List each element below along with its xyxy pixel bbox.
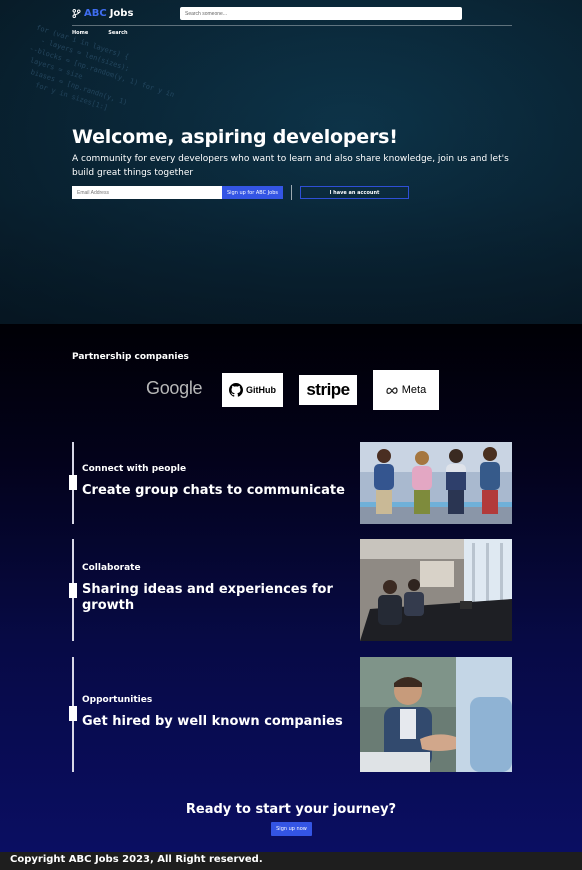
navbar-divider (72, 25, 512, 26)
signup-now-button[interactable]: Sign up now (271, 822, 312, 836)
feature-headline: Create group chats to communicate (82, 483, 345, 498)
github-icon (229, 383, 243, 397)
hero-section: for (var i in layers) { - layers = len(s… (0, 0, 582, 324)
stripe-logo: stripe (299, 375, 357, 405)
cta-title: Ready to start your journey? (185, 802, 397, 817)
email-field[interactable] (72, 186, 222, 199)
brand-suffix: Jobs (109, 8, 134, 19)
feature-opportunities: Opportunities Get hired by well known co… (69, 657, 512, 772)
meta-label: Meta (401, 384, 427, 396)
partner-logos: Google GitHub stripe Meta (0, 370, 582, 412)
feature-headline: Get hired by well known companies (82, 714, 343, 729)
feature-kicker: Connect with people (82, 464, 187, 474)
google-logo: Google (146, 378, 203, 398)
feature-headline: Sharing ideas and experiences for growth (82, 582, 333, 613)
people-on-phones-image (360, 442, 512, 524)
branch-icon (72, 9, 81, 18)
feature-marker (69, 583, 77, 598)
login-button[interactable]: I have an account (300, 186, 409, 199)
feature-connect: Connect with people Create group chats t… (69, 442, 512, 524)
brand-prefix: ABC (84, 8, 107, 19)
signup-divider (291, 185, 292, 200)
signup-button[interactable]: Sign up for ABC Jobs (222, 186, 283, 199)
footer: Copyright ABC Jobs 2023, All Right reser… (0, 852, 582, 870)
main-nav: Home Search (72, 30, 128, 36)
partners-title: Partnership companies (72, 352, 189, 362)
feature-kicker: Opportunities (82, 695, 153, 705)
nav-search-link[interactable]: Search (108, 30, 127, 36)
meta-infinity-icon (386, 387, 398, 394)
copyright-text: Copyright ABC Jobs 2023, All Right reser… (10, 854, 263, 865)
handshake-image (360, 657, 512, 772)
feature-marker (69, 706, 77, 721)
search-input[interactable] (180, 7, 462, 20)
feature-marker (69, 475, 77, 490)
feature-kicker: Collaborate (82, 563, 141, 573)
signup-form: Sign up for ABC Jobs I have an account (72, 185, 409, 200)
meeting-room-image (360, 539, 512, 641)
main-section: Partnership companies Google GitHub stri… (0, 324, 582, 852)
top-navbar: ABC Jobs (72, 6, 512, 26)
github-logo: GitHub (222, 373, 283, 407)
hero-subtitle: A community for every developers who wan… (72, 154, 509, 178)
hero-title: Welcome, aspiring developers! (72, 126, 398, 148)
feature-collaborate: Collaborate Sharing ideas and experience… (69, 539, 512, 641)
nav-home-link[interactable]: Home (72, 30, 88, 36)
brand-logo[interactable]: ABC Jobs (72, 8, 133, 19)
github-label: GitHub (246, 385, 276, 395)
meta-logo: Meta (373, 370, 439, 410)
